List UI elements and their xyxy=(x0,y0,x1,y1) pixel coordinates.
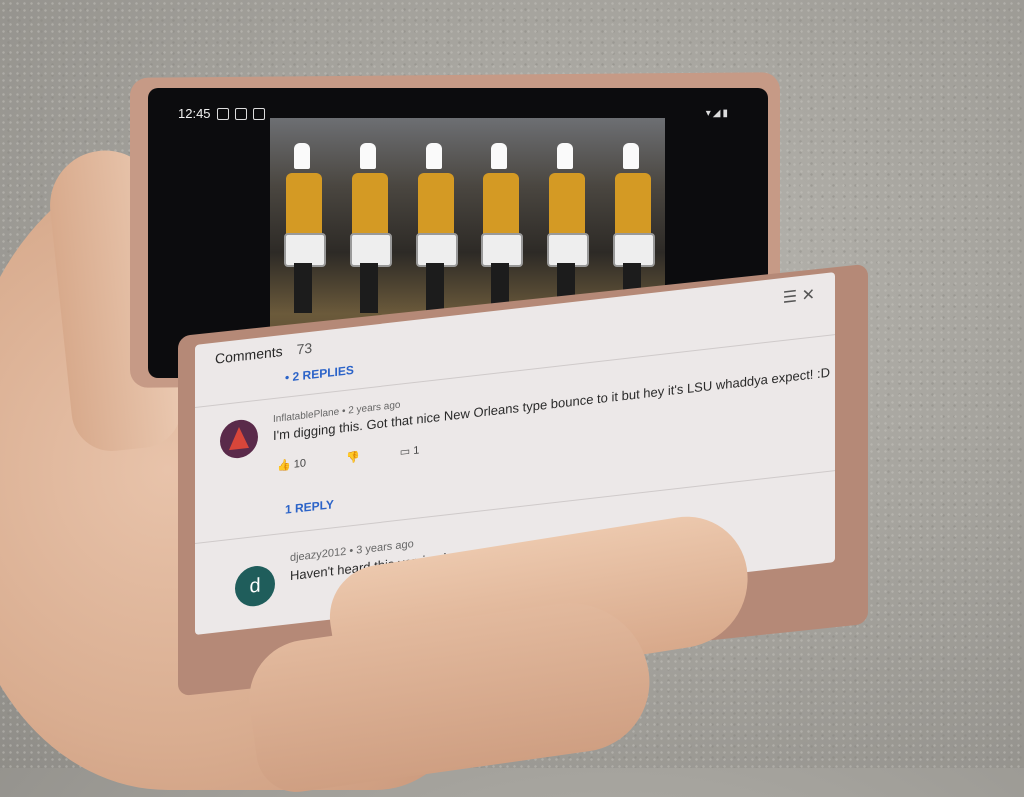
avatar[interactable]: d xyxy=(235,563,275,609)
avatar[interactable] xyxy=(220,417,258,461)
comments-header: Comments 73 xyxy=(215,340,312,367)
gmail-icon xyxy=(234,107,247,120)
like-count: 10 xyxy=(293,457,307,471)
view-replies-link[interactable]: • 2 REPLIES xyxy=(285,363,354,385)
drummer xyxy=(547,143,590,313)
signal-battery-icon: ▾◢▮ xyxy=(705,108,730,119)
reply-button[interactable]: ▭ 1 xyxy=(400,443,420,458)
header-actions: ☰ ✕ xyxy=(783,284,815,308)
notification-icon xyxy=(216,107,229,120)
drummer xyxy=(415,143,458,313)
drummer xyxy=(481,143,524,313)
drummer xyxy=(283,143,326,313)
comments-title: Comments xyxy=(215,343,283,367)
band-scene xyxy=(270,143,665,313)
close-icon[interactable]: ✕ xyxy=(802,286,815,305)
view-reply-link[interactable]: 1 REPLY xyxy=(285,497,334,517)
comment-actions: 👍 10 👎 ▭ 1 xyxy=(277,443,419,472)
reply-count: 1 xyxy=(413,444,420,458)
comments-count: 73 xyxy=(296,339,313,358)
drummer xyxy=(349,143,392,313)
reply-icon: ▭ xyxy=(399,445,411,459)
thumbs-down-icon[interactable]: 👎 xyxy=(346,450,360,465)
drummer xyxy=(613,143,656,313)
status-time: 12:45 xyxy=(178,106,211,121)
status-bar: 12:45 xyxy=(178,106,265,121)
thumbs-up-icon: 👍 xyxy=(277,459,291,473)
youtube-icon xyxy=(252,107,265,120)
filter-icon[interactable]: ☰ xyxy=(783,288,797,307)
like-button[interactable]: 👍 10 xyxy=(277,456,306,472)
